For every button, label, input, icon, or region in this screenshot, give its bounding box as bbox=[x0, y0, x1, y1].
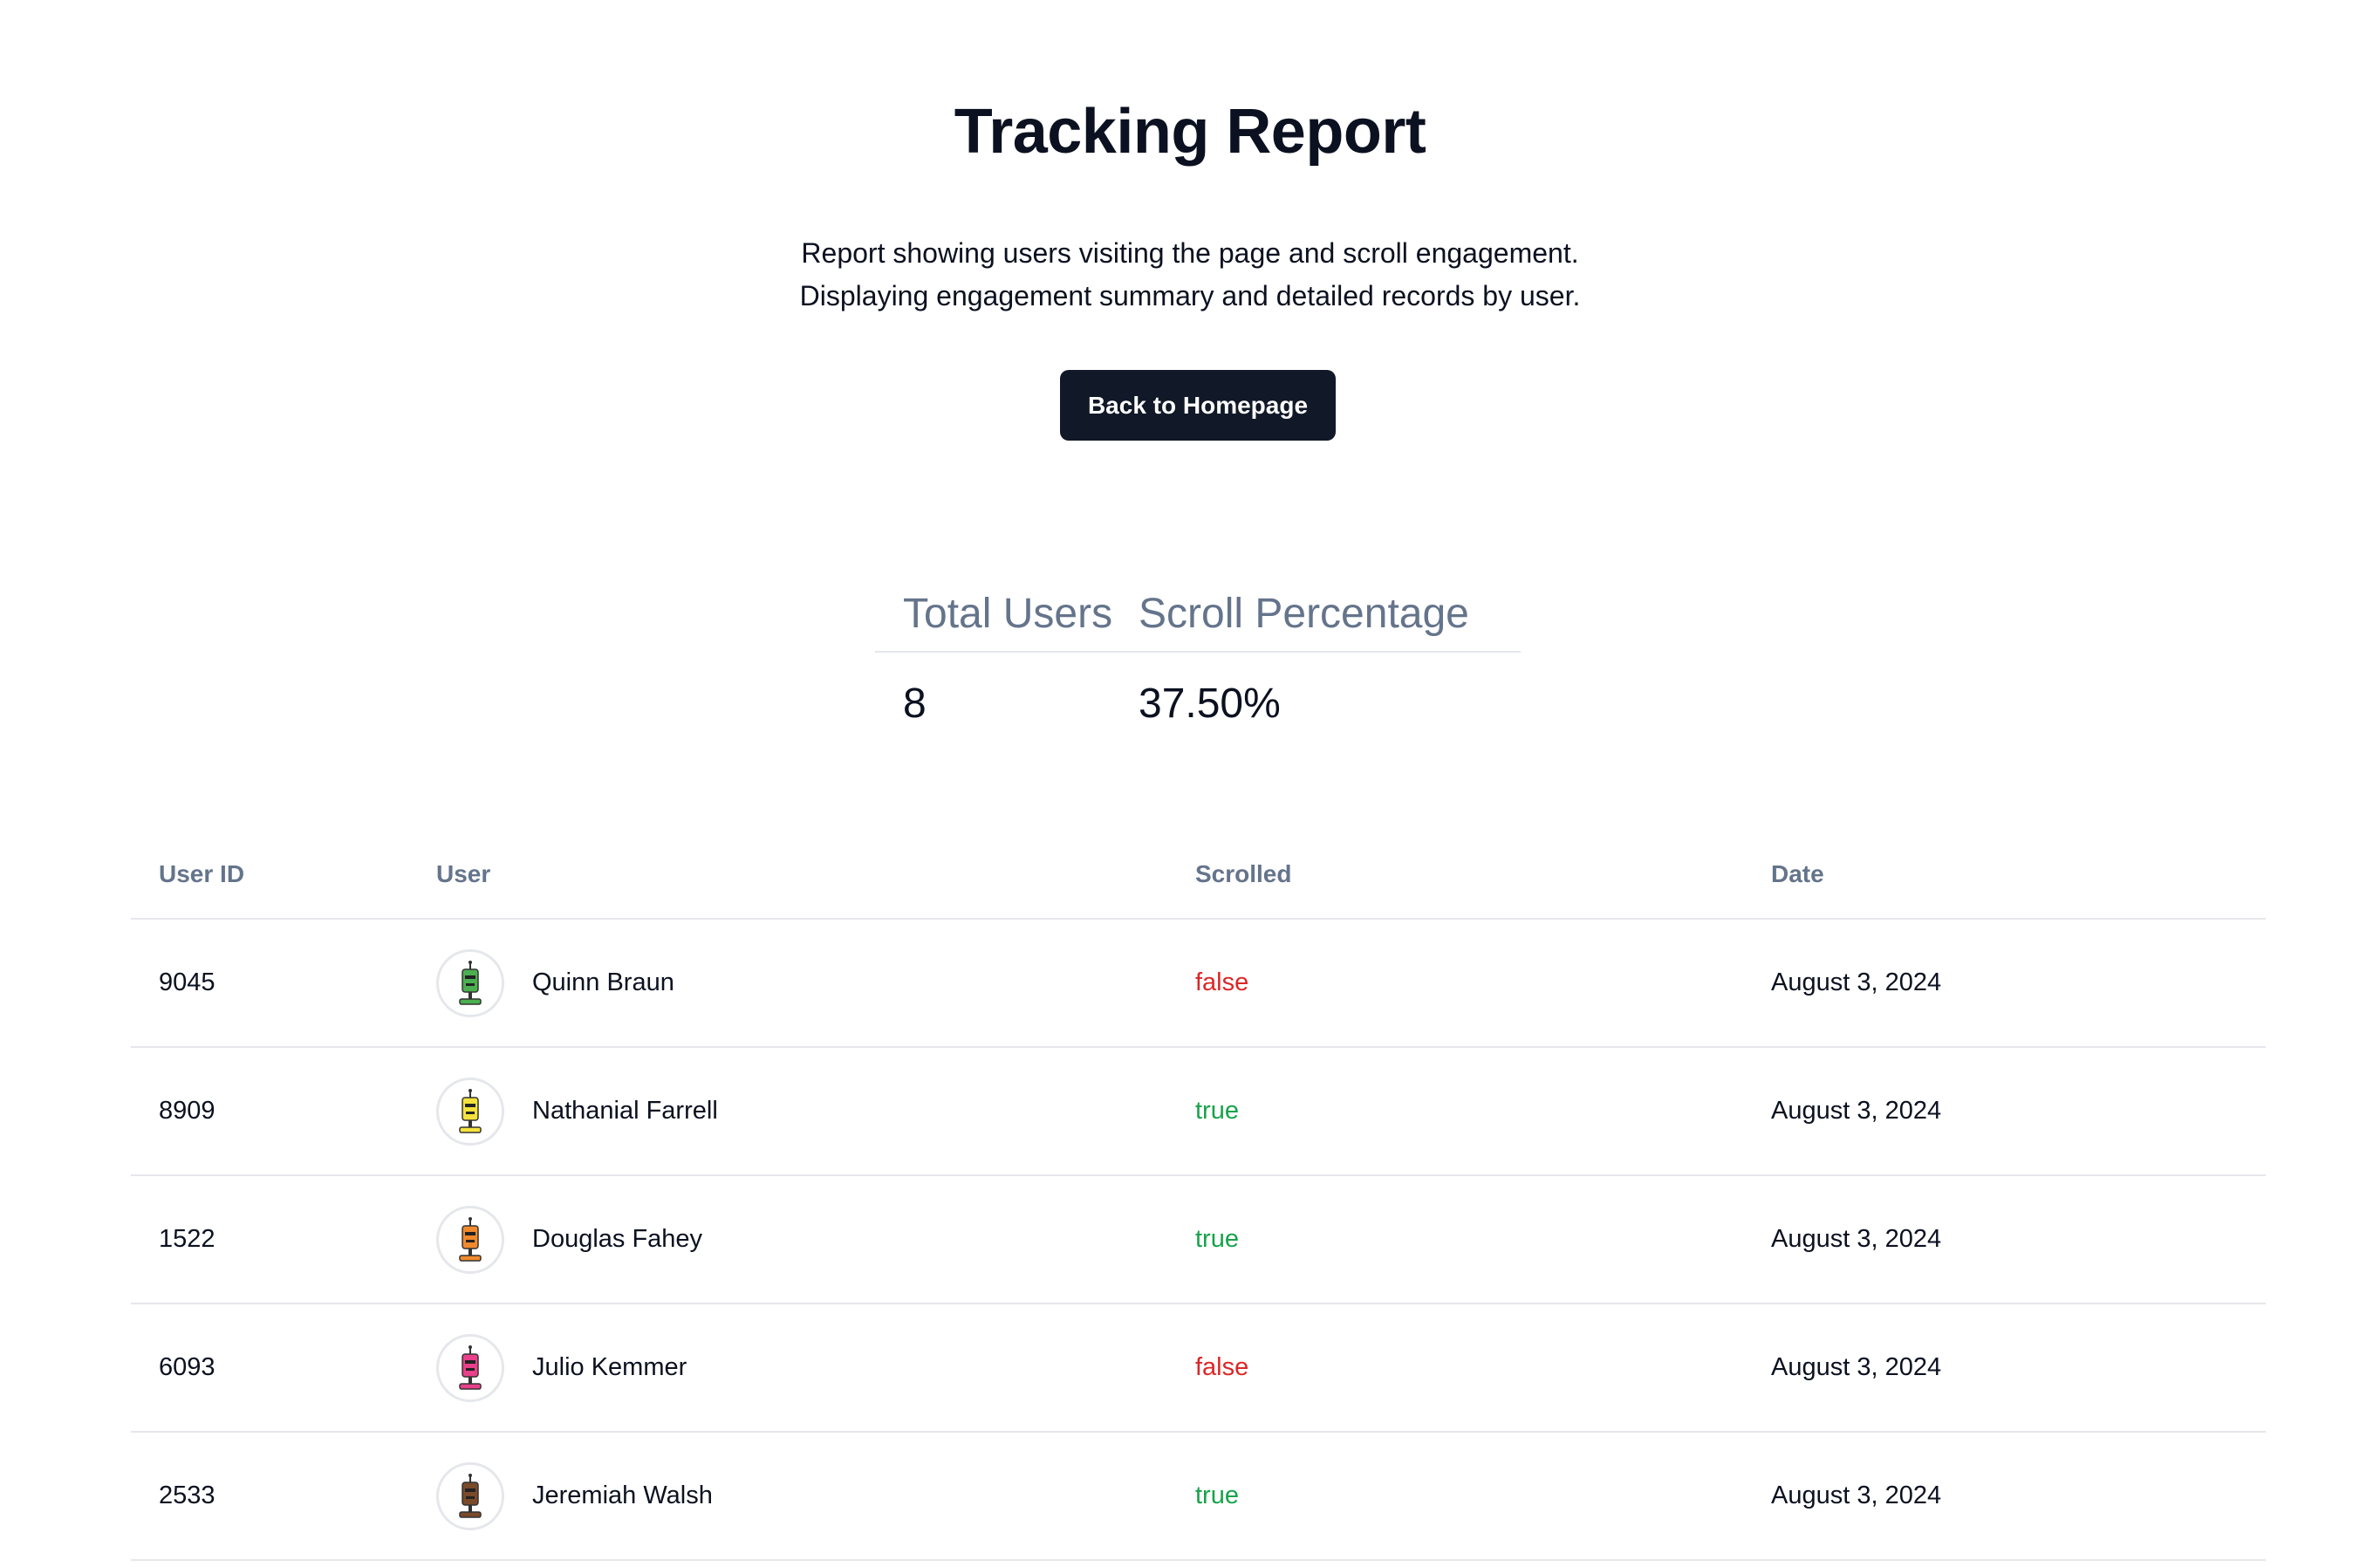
summary-table: Total Users Scroll Percentage 8 37.50% bbox=[875, 576, 1521, 754]
user-name: Julio Kemmer bbox=[532, 1353, 687, 1381]
date-cell: August 3, 2024 bbox=[1771, 1353, 1942, 1381]
user-id-cell: 2533 bbox=[159, 1481, 215, 1509]
user-name: Jeremiah Walsh bbox=[532, 1481, 713, 1509]
tracking-report-page: Tracking Report Report showing users vis… bbox=[0, 0, 2380, 1567]
summary-header-row: Total Users Scroll Percentage bbox=[875, 576, 1521, 653]
table-row[interactable]: 8909 Nathanial Farrell true August 3, 2024 bbox=[131, 1048, 2266, 1176]
table-row[interactable]: 1522 Douglas Fahey true August 3, 2024 bbox=[131, 1176, 2266, 1304]
header-user[interactable]: User bbox=[436, 860, 490, 888]
records-header-row: User ID User Scrolled Date bbox=[131, 831, 2266, 920]
user-id-cell: 6093 bbox=[159, 1353, 215, 1381]
scrolled-status: true bbox=[1195, 1097, 1239, 1125]
robot-orange-avatar bbox=[436, 1205, 504, 1274]
table-row[interactable]: 9045 Quinn Braun false August 3, 2024 bbox=[131, 920, 2266, 1048]
user-id-cell: 9045 bbox=[159, 968, 215, 996]
date-cell: August 3, 2024 bbox=[1771, 1225, 1942, 1253]
user-cell: Douglas Fahey bbox=[436, 1205, 1195, 1274]
robot-pink-avatar bbox=[436, 1333, 504, 1402]
user-cell: Nathanial Farrell bbox=[436, 1077, 1195, 1146]
date-cell: August 3, 2024 bbox=[1771, 1097, 1942, 1125]
user-id-cell: 1522 bbox=[159, 1225, 215, 1253]
user-cell: Quinn Braun bbox=[436, 948, 1195, 1017]
total-users-value: 8 bbox=[903, 680, 927, 727]
date-cell: August 3, 2024 bbox=[1771, 1481, 1942, 1509]
description-line-1: Report showing users visiting the page a… bbox=[801, 237, 1579, 269]
summary-values-row: 8 37.50% bbox=[875, 653, 1521, 754]
user-name: Douglas Fahey bbox=[532, 1225, 703, 1253]
scrolled-status: false bbox=[1195, 1353, 1249, 1381]
table-row[interactable]: 2533 Jeremiah Walsh true August 3, 2024 bbox=[131, 1433, 2266, 1561]
user-cell: Julio Kemmer bbox=[436, 1333, 1195, 1402]
scroll-percentage-value: 37.50% bbox=[1139, 680, 1281, 727]
robot-green-avatar bbox=[436, 948, 504, 1017]
user-cell: Jeremiah Walsh bbox=[436, 1461, 1195, 1530]
robot-yellow-avatar bbox=[436, 1077, 504, 1146]
records-table: User ID User Scrolled Date 9045 Quinn Bra… bbox=[131, 831, 2266, 1561]
summary-header-total-users: Total Users bbox=[903, 590, 1113, 637]
description-line-2: Displaying engagement summary and detail… bbox=[799, 280, 1581, 311]
robot-brown-avatar bbox=[436, 1461, 504, 1530]
back-to-homepage-button[interactable]: Back to Homepage bbox=[1060, 370, 1336, 441]
date-cell: August 3, 2024 bbox=[1771, 968, 1942, 996]
scrolled-status: true bbox=[1195, 1225, 1239, 1253]
header-date[interactable]: Date bbox=[1771, 860, 1824, 887]
user-name: Nathanial Farrell bbox=[532, 1097, 718, 1125]
user-name: Quinn Braun bbox=[532, 968, 674, 996]
user-id-cell: 8909 bbox=[159, 1097, 215, 1125]
header-scrolled[interactable]: Scrolled bbox=[1195, 860, 1291, 887]
page-description: Report showing users visiting the page a… bbox=[0, 232, 2380, 318]
records-body: 9045 Quinn Braun false August 3, 2024 8909 Na… bbox=[131, 920, 2266, 1561]
scrolled-status: false bbox=[1195, 968, 1249, 996]
page-title: Tracking Report bbox=[954, 97, 1426, 167]
summary-header-scroll-percentage: Scroll Percentage bbox=[1139, 590, 1469, 637]
scrolled-status: true bbox=[1195, 1481, 1239, 1509]
table-row[interactable]: 6093 Julio Kemmer false August 3, 2024 bbox=[131, 1304, 2266, 1433]
header-user-id[interactable]: User ID bbox=[159, 860, 244, 887]
